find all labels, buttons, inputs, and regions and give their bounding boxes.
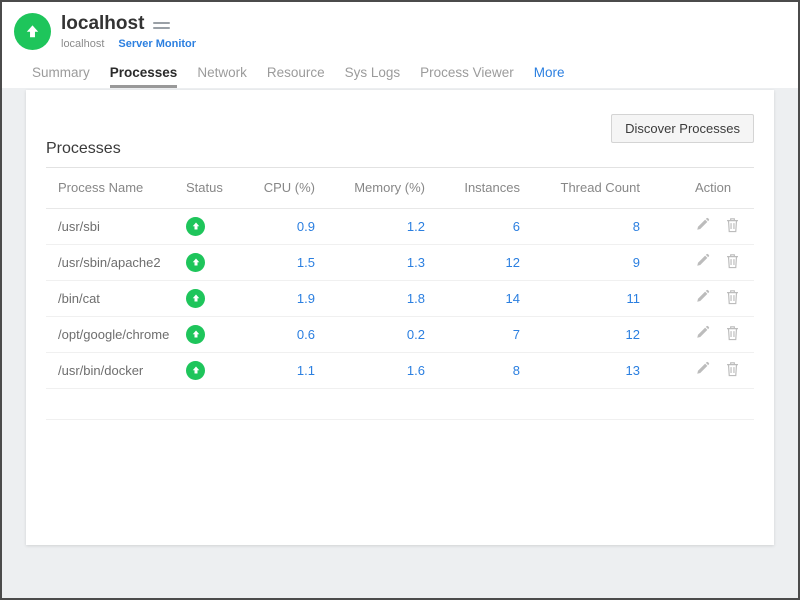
- threads-cell[interactable]: 11: [520, 280, 640, 317]
- threads-cell[interactable]: 13: [520, 352, 640, 389]
- instances-cell[interactable]: 7: [425, 316, 520, 353]
- table-row: /opt/google/chrome 0.6 0.2 7 12: [46, 316, 754, 353]
- status-cell: [186, 244, 241, 281]
- pencil-icon[interactable]: [695, 289, 710, 304]
- column-action: Action: [640, 168, 754, 209]
- tab-process-viewer[interactable]: Process Viewer: [420, 65, 514, 88]
- tab-sys-logs[interactable]: Sys Logs: [345, 65, 401, 88]
- empty-row: [46, 388, 754, 420]
- title-block: localhost localhost Server Monitor: [61, 13, 196, 56]
- up-arrow-glyph: [192, 222, 199, 230]
- table-header-row: Process Name Status CPU (%) Memory (%) I…: [46, 168, 754, 209]
- threads-cell[interactable]: 9: [520, 244, 640, 281]
- status-cell: [186, 316, 241, 353]
- pencil-icon[interactable]: [695, 361, 710, 376]
- column-process-name: Process Name: [46, 168, 186, 209]
- process-name-cell: /bin/cat: [46, 280, 186, 317]
- tab-resource[interactable]: Resource: [267, 65, 325, 88]
- instances-cell[interactable]: 14: [425, 280, 520, 317]
- action-cell: [640, 280, 754, 317]
- cpu-cell[interactable]: 0.6: [241, 316, 315, 353]
- discover-processes-button[interactable]: Discover Processes: [611, 114, 754, 143]
- cpu-cell[interactable]: 1.1: [241, 352, 315, 389]
- tab-processes[interactable]: Processes: [109, 65, 178, 88]
- breadcrumb: localhost Server Monitor: [61, 38, 196, 50]
- up-arrow-circle-icon: [186, 252, 205, 272]
- pencil-icon[interactable]: [695, 253, 710, 268]
- status-cell: [186, 208, 241, 245]
- status-cell: [186, 352, 241, 389]
- app-window: localhost localhost Server Monitor Summa…: [0, 0, 800, 600]
- column-thread-count: Thread Count: [520, 168, 640, 209]
- memory-cell[interactable]: 1.8: [315, 280, 425, 317]
- process-name-cell: /usr/sbi: [46, 208, 186, 245]
- process-name-cell: /usr/bin/docker: [46, 352, 186, 389]
- memory-cell[interactable]: 1.6: [315, 352, 425, 389]
- tab-summary[interactable]: Summary: [32, 65, 90, 88]
- cpu-cell[interactable]: 0.9: [241, 208, 315, 245]
- threads-cell[interactable]: 8: [520, 208, 640, 245]
- column-cpu: CPU (%): [241, 168, 315, 209]
- cpu-cell[interactable]: 1.5: [241, 244, 315, 281]
- table-row: /usr/bin/docker 1.1 1.6 8 13: [46, 352, 754, 389]
- memory-cell[interactable]: 1.2: [315, 208, 425, 245]
- table-row: /usr/sbi 0.9 1.2 6 8: [46, 208, 754, 245]
- action-cell: [640, 244, 754, 281]
- pencil-icon[interactable]: [695, 325, 710, 340]
- column-status: Status: [186, 168, 241, 209]
- instances-cell[interactable]: 6: [425, 208, 520, 245]
- action-cell: [640, 352, 754, 389]
- instances-cell[interactable]: 12: [425, 244, 520, 281]
- trash-icon[interactable]: [725, 361, 740, 377]
- up-arrow-glyph: [192, 366, 199, 374]
- up-arrow-glyph: [192, 330, 199, 338]
- trash-icon[interactable]: [725, 217, 740, 233]
- trash-icon[interactable]: [725, 325, 740, 341]
- threads-cell[interactable]: 12: [520, 316, 640, 353]
- pencil-icon[interactable]: [695, 217, 710, 232]
- page-title: localhost: [61, 13, 145, 34]
- up-arrow-circle-icon: [186, 288, 205, 308]
- table-row: /usr/sbin/apache2 1.5 1.3 12 9: [46, 244, 754, 281]
- action-cell: [640, 208, 754, 245]
- table-row: /bin/cat 1.9 1.8 14 11: [46, 280, 754, 317]
- cpu-cell[interactable]: 1.9: [241, 280, 315, 317]
- up-arrow-circle-icon: [186, 360, 205, 380]
- tab-more[interactable]: More: [534, 65, 565, 88]
- memory-cell[interactable]: 0.2: [315, 316, 425, 353]
- action-cell: [640, 316, 754, 353]
- content-background: Discover Processes Processes Process Nam…: [2, 88, 798, 598]
- memory-cell[interactable]: 1.3: [315, 244, 425, 281]
- column-instances: Instances: [425, 168, 520, 209]
- tab-bar: Summary Processes Network Resource Sys L…: [2, 56, 798, 88]
- up-arrow-circle-icon: [14, 13, 51, 50]
- processes-table: Process Name Status CPU (%) Memory (%) I…: [46, 168, 754, 420]
- process-name-cell: /usr/sbin/apache2: [46, 244, 186, 281]
- processes-card: Discover Processes Processes Process Nam…: [26, 90, 774, 545]
- header: localhost localhost Server Monitor: [2, 2, 798, 56]
- tab-network[interactable]: Network: [197, 65, 247, 88]
- column-memory: Memory (%): [315, 168, 425, 209]
- breadcrumb-monitor-name: localhost: [61, 38, 105, 50]
- status-cell: [186, 280, 241, 317]
- up-arrow-glyph: [192, 258, 199, 266]
- up-arrow-glyph: [192, 294, 199, 302]
- trash-icon[interactable]: [725, 289, 740, 305]
- hamburger-menu-icon[interactable]: [153, 17, 171, 32]
- up-arrow-circle-icon: [186, 324, 205, 344]
- process-name-cell: /opt/google/chrome: [46, 316, 186, 353]
- breadcrumb-monitor-type-link[interactable]: Server Monitor: [118, 38, 196, 50]
- instances-cell[interactable]: 8: [425, 352, 520, 389]
- up-arrow-circle-icon: [186, 216, 205, 236]
- up-arrow-glyph: [26, 25, 39, 38]
- trash-icon[interactable]: [725, 253, 740, 269]
